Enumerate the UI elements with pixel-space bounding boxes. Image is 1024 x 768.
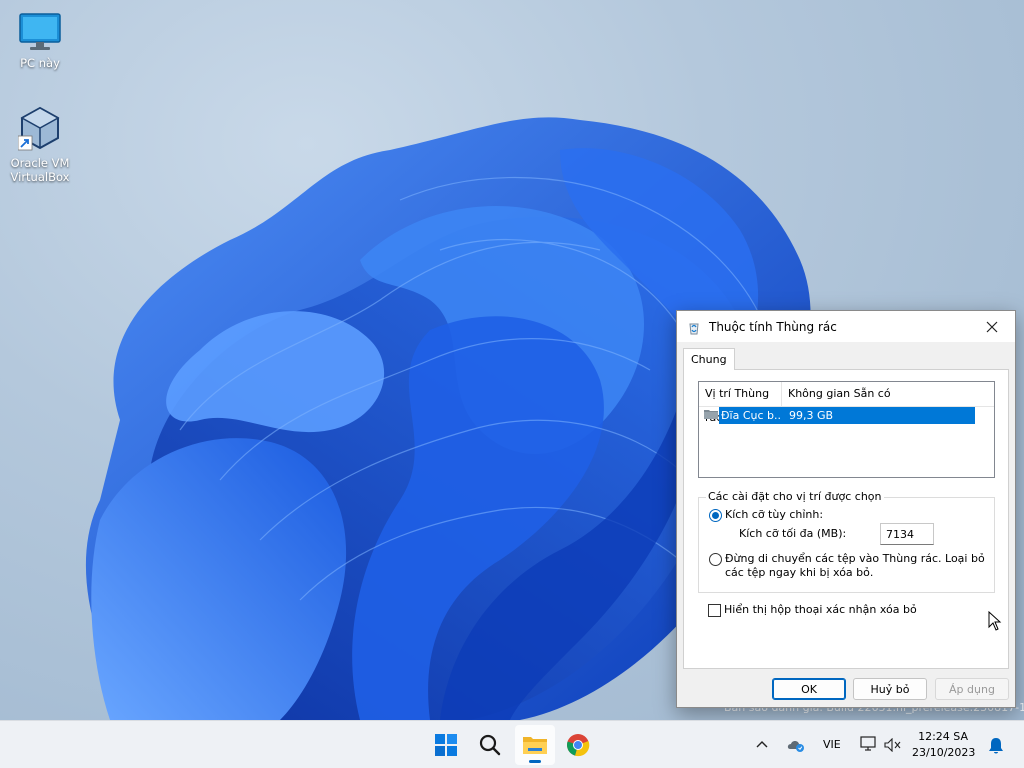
list-cell-location: Đĩa Cục b... — [719, 407, 782, 424]
clock-date: 23/10/2023 — [912, 746, 976, 759]
monitor-icon — [19, 13, 61, 50]
network-icon[interactable] — [860, 736, 878, 752]
search-icon — [479, 734, 501, 756]
dialog-title: Thuộc tính Thùng rác — [709, 319, 837, 334]
checkbox-indicator[interactable] — [708, 603, 721, 617]
no-recycle-radio[interactable]: Đừng di chuyển các tệp vào Thùng rác. Lo… — [709, 552, 989, 580]
tab-general[interactable]: Chung — [683, 348, 735, 370]
column-header-location[interactable]: Vị trí Thùng rác — [699, 382, 782, 424]
file-explorer-icon — [523, 737, 547, 754]
close-icon — [986, 321, 998, 332]
custom-size-radio[interactable]: Kích cỡ tùy chỉnh: — [709, 508, 823, 522]
radio-indicator-on[interactable] — [709, 509, 722, 522]
chrome-icon — [567, 734, 590, 757]
confirm-delete-label: Hiển thị hộp thoại xác nhận xóa bỏ — [724, 603, 917, 616]
system-clock[interactable]: 12:24 SA 23/10/2023 — [912, 729, 976, 761]
list-cell-space: 99,3 GB — [782, 407, 975, 424]
location-settings-group: Các cài đặt cho vị trí được chọn Kích cỡ… — [698, 490, 995, 593]
onedrive-icon[interactable] — [786, 737, 806, 753]
taskbar: VIE 12:24 SA 23/10/2023 — [0, 720, 1024, 768]
ok-button[interactable]: OK — [772, 678, 846, 700]
start-icon — [435, 734, 457, 756]
search-button[interactable] — [470, 725, 510, 765]
column-header-space[interactable]: Không gian Sẵn có — [782, 382, 994, 406]
confirm-delete-checkbox[interactable]: Hiển thị hộp thoại xác nhận xóa bỏ — [708, 603, 917, 617]
max-size-input[interactable] — [880, 523, 934, 545]
group-legend: Các cài đặt cho vị trí được chọn — [706, 490, 884, 503]
drive-icon — [704, 410, 718, 419]
radio-indicator-off[interactable] — [709, 553, 722, 566]
dialog-titlebar[interactable]: Thuộc tính Thùng rác — [677, 311, 1015, 342]
desktop-icon-label: Oracle VM VirtualBox — [10, 156, 70, 184]
list-item[interactable]: Đĩa Cục b... 99,3 GB — [699, 407, 975, 424]
notification-bell-icon[interactable] — [988, 737, 1004, 755]
start-button[interactable] — [426, 725, 466, 765]
list-header: Vị trí Thùng rác Không gian Sẵn có — [699, 382, 994, 424]
mouse-cursor-icon — [988, 611, 1002, 631]
chrome-button[interactable] — [558, 725, 598, 765]
drive-icon-cell — [699, 408, 719, 423]
input-language-indicator[interactable]: VIE — [823, 738, 841, 751]
recycle-bin-properties-dialog: Thuộc tính Thùng rác Chung Vị trí Thùng … — [676, 310, 1016, 708]
clock-time: 12:24 SA — [918, 730, 968, 743]
max-size-label: Kích cỡ tối đa (MB): — [739, 527, 847, 540]
no-recycle-label: Đừng di chuyển các tệp vào Thùng rác. Lo… — [725, 552, 985, 579]
virtualbox-icon — [18, 106, 60, 151]
volume-muted-icon[interactable] — [884, 738, 902, 752]
desktop-icon-virtualbox[interactable]: Oracle VM VirtualBox — [0, 106, 80, 184]
general-tab-panel: Vị trí Thùng rác Không gian Sẵn có Đĩa C… — [683, 369, 1009, 669]
desktop-icon-label: PC này — [20, 56, 60, 70]
chevron-up-icon[interactable] — [756, 739, 768, 749]
custom-size-label: Kích cỡ tùy chỉnh: — [725, 508, 824, 521]
recycle-location-list[interactable]: Vị trí Thùng rác Không gian Sẵn có Đĩa C… — [698, 381, 995, 478]
close-button[interactable] — [969, 311, 1015, 342]
cancel-button[interactable]: Huỷ bỏ — [853, 678, 927, 700]
apply-button[interactable]: Áp dụng — [935, 678, 1009, 700]
active-indicator — [529, 760, 541, 763]
desktop-icon-this-pc[interactable]: PC này — [0, 12, 80, 70]
recycle-bin-icon — [689, 323, 699, 334]
file-explorer-button[interactable] — [515, 725, 555, 765]
